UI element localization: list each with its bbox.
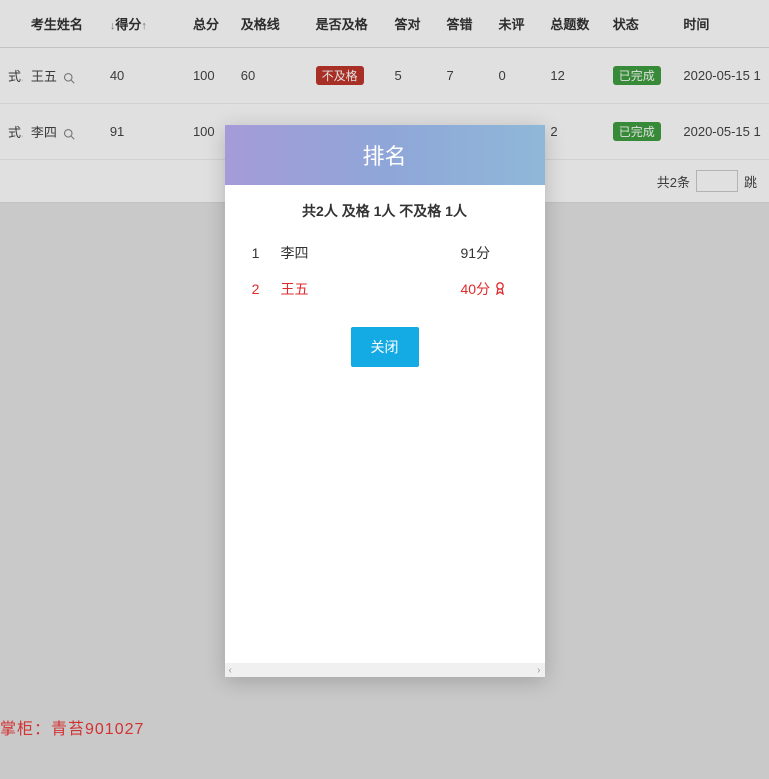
modal-horizontal-scrollbar[interactable]: ‹ › [225,663,545,677]
rank-name: 王五 [273,279,461,299]
rank-index: 2 [239,281,273,297]
scroll-left-icon[interactable]: ‹ [229,665,232,676]
close-button[interactable]: 关闭 [351,327,419,367]
rank-score: 40分 [461,279,531,299]
modal-title: 排名 [225,125,545,185]
rank-name: 李四 [273,243,461,263]
rank-row: 1 李四 91分 [239,235,531,271]
rank-row: 2 王五 40分 [239,271,531,307]
ranking-modal: 排名 共2人 及格 1人 不及格 1人 1 李四 91分 2 王五 40分 关闭… [225,125,545,677]
ranking-summary: 共2人 及格 1人 不及格 1人 [239,201,531,221]
modal-body[interactable]: 共2人 及格 1人 不及格 1人 1 李四 91分 2 王五 40分 关闭 [225,185,545,663]
modal-actions: 关闭 [239,327,531,367]
rank-score: 91分 [461,243,531,263]
ribbon-icon [494,281,506,298]
scroll-right-icon[interactable]: › [537,665,540,676]
rank-index: 1 [239,245,273,261]
